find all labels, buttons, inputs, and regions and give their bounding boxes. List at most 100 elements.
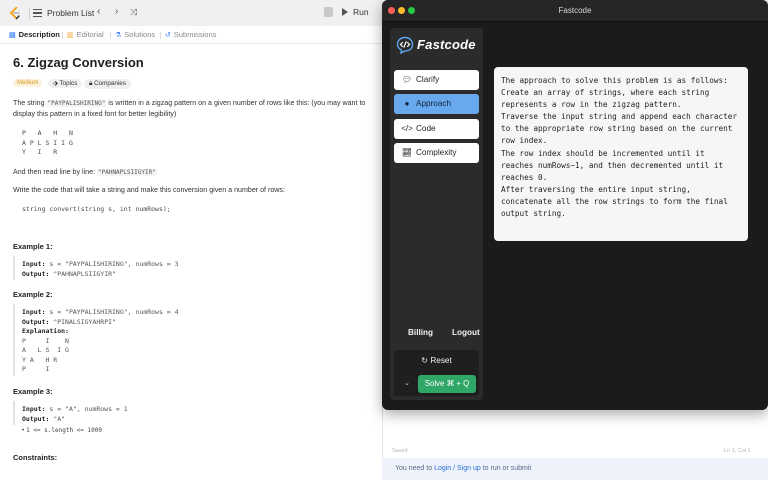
fastcode-logo-icon <box>396 36 414 54</box>
input-label: Input: <box>22 308 46 316</box>
example-1-body: Input: s = "PAYPALISHIRING", numRows = 3… <box>22 260 179 279</box>
leetcode-logo-icon[interactable] <box>9 7 21 20</box>
output-label: Output: <box>22 269 50 278</box>
tab-solutions[interactable]: ⚗ Solutions <box>115 30 155 39</box>
window-title: Fastcode <box>558 6 592 15</box>
login-message-text: to run or submit <box>480 465 532 472</box>
menu-code[interactable]: </> Code <box>394 119 479 139</box>
example-output: "A" <box>49 414 66 423</box>
reset-label: Reset <box>430 356 452 365</box>
example-2-body: Input: s = "PAYPALISHIRING", numRows = 4… <box>22 308 179 375</box>
tab-editorial[interactable]: ▥ Editorial <box>67 30 104 39</box>
readline-text: And then read line by line: "PAHNAPLSIIG… <box>13 167 373 178</box>
problem-intro: The string "PAYPALISHIRING" is written i… <box>13 98 373 120</box>
fastcode-window: Fastcode Fastcode 💬︎ Clarify ● Approach </… <box>382 0 768 410</box>
function-signature: string convert(string s, int numRows); <box>22 205 171 213</box>
action-panel: ↻ Reset ⌄ Solve ⌘ + Q <box>394 350 479 396</box>
intro-text: The string <box>13 99 47 107</box>
window-titlebar: Fastcode <box>382 0 768 22</box>
chat-bubbles-icon: 💬︎ <box>401 75 413 84</box>
reset-button[interactable]: ↻ Reset <box>394 355 479 365</box>
menu-complexity-label: Complexity <box>416 148 457 157</box>
example-input: s = "PAYPALISHIRING", numRows = 4 <box>45 308 179 316</box>
approach-answer-card: The approach to solve this problem is as… <box>494 67 748 241</box>
menu-approach[interactable]: ● Approach <box>394 94 479 114</box>
code-brackets-icon: </> <box>401 124 413 133</box>
menu-complexity[interactable]: 📈︎ Complexity <box>394 143 479 163</box>
shuffle-icon[interactable]: ⤨ <box>130 7 137 18</box>
example-1-title: Example 1: <box>13 242 53 251</box>
editor-cursor-position: Ln 1, Col 1 <box>724 448 751 454</box>
tab-submissions[interactable]: ↺ Submissions <box>165 30 216 39</box>
list-icon[interactable] <box>33 9 42 18</box>
inline-code: "PAYPALISHIRING" <box>46 100 107 107</box>
constraint-item: • 1 <= s.length <= 1000 <box>22 427 102 434</box>
problem-title: 6. Zigzag Conversion <box>13 55 144 70</box>
constraints-title: Constraints: <box>13 453 58 462</box>
output-label: Output: <box>22 317 50 326</box>
fastcode-brand: Fastcode <box>417 37 476 52</box>
topics-button[interactable]: ⬗ Topics <box>48 79 83 88</box>
example-border <box>13 401 15 425</box>
tab-submissions-label: Submissions <box>173 30 217 39</box>
tab-editorial-label: Editorial <box>76 30 104 39</box>
play-icon <box>342 8 348 16</box>
example-3-body: Input: s = "A", numRows = 1 Output: "A" <box>22 405 128 424</box>
lightbulb-icon: ● <box>404 99 410 108</box>
tab-divider <box>160 32 161 39</box>
example-explanation: P I N A L S I G Y A H R P I <box>22 336 69 374</box>
problem-list-button[interactable]: Problem List <box>47 8 94 18</box>
logout-button[interactable]: Logout <box>452 328 480 337</box>
output-label: Output: <box>22 414 50 423</box>
tab-divider <box>62 32 63 39</box>
inline-code: "PAHNAPLSIIGYIR" <box>97 169 157 176</box>
explanation-label: Explanation: <box>22 327 69 335</box>
constraint-text: 1 <= s.length <= 1000 <box>26 427 102 434</box>
login-message-text: You need to <box>395 465 435 472</box>
editor-save-status: Saved <box>392 448 408 454</box>
zigzag-pattern: P A H N A P L S I I G Y I R <box>22 129 73 156</box>
flask-icon: ⚗ <box>115 32 122 39</box>
reset-icon: ↻ <box>421 356 431 365</box>
instruction-text: Write the code that will take a string a… <box>13 186 285 194</box>
example-border <box>13 304 15 376</box>
tab-description[interactable]: ▤ Description <box>9 30 60 39</box>
difficulty-badge: Medium <box>13 79 43 87</box>
line-chart-icon: 📈︎ <box>401 148 413 157</box>
menu-approach-label: Approach <box>416 99 452 108</box>
billing-button[interactable]: Billing <box>408 328 433 337</box>
menu-clarify-label: Clarify <box>416 75 440 84</box>
companies-label: Companies <box>94 80 126 87</box>
chevron-right-icon[interactable]: › <box>115 6 118 17</box>
run-label: Run <box>353 7 369 17</box>
topics-label: Topics <box>59 80 78 87</box>
companies-button[interactable]: 🔒︎ Companies <box>84 79 131 89</box>
example-output: "PINALSIGYAHRPI" <box>49 317 116 326</box>
solve-button[interactable]: Solve ⌘ + Q <box>418 375 476 393</box>
menu-code-label: Code <box>416 124 436 133</box>
fastcode-sidebar: Fastcode 💬︎ Clarify ● Approach </> Code 📈︎ C… <box>390 28 483 400</box>
tab-divider <box>110 32 111 39</box>
problem-tabs: ▤ Description ▥ Editorial ⚗ Solutions ↺ Subm… <box>0 26 382 44</box>
debug-icon[interactable] <box>324 7 333 17</box>
example-2-title: Example 2: <box>13 290 53 299</box>
input-label: Input: <box>22 405 46 413</box>
chevron-left-icon[interactable]: ‹ <box>97 6 100 17</box>
readline-label: And then read line by line: <box>13 168 97 176</box>
example-output: "PAHNAPLSIIGYIR" <box>49 269 116 278</box>
example-border <box>13 256 15 280</box>
menu-clarify[interactable]: 💬︎ Clarify <box>394 70 479 90</box>
chevron-down-icon[interactable]: ⌄ <box>404 379 410 387</box>
approach-text: The approach to solve this problem is as… <box>501 76 738 219</box>
tab-description-label: Description <box>18 30 60 39</box>
login-signup-link[interactable]: Login / Sign up <box>434 465 481 472</box>
example-3-title: Example 3: <box>13 387 53 396</box>
history-icon: ↺ <box>165 32 171 39</box>
problem-description: 6. Zigzag Conversion Medium ⬗ Topics 🔒︎ … <box>0 44 382 480</box>
input-label: Input: <box>22 260 46 268</box>
book-icon: ▥ <box>67 32 74 39</box>
topbar-divider <box>29 9 30 19</box>
tab-solutions-label: Solutions <box>124 30 156 39</box>
run-button[interactable]: Run <box>342 7 369 17</box>
example-input: s = "PAYPALISHIRING", numRows = 3 <box>45 260 179 268</box>
